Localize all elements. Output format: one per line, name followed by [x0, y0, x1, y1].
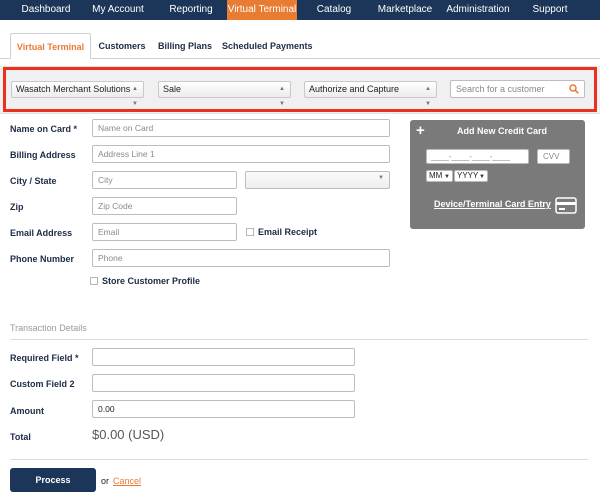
search-icon[interactable] — [569, 84, 579, 94]
billing-address-label: Billing Address — [10, 150, 76, 160]
tab-customers[interactable]: Customers — [97, 33, 147, 59]
name-on-card-label: Name on Card * — [10, 124, 78, 134]
email-input[interactable]: Email — [92, 223, 237, 241]
expiry-month-value: MM — [429, 171, 443, 180]
nav-catalog[interactable]: Catalog — [308, 0, 360, 20]
zip-label: Zip — [10, 202, 24, 212]
expiry-month-select[interactable]: MM ▼ — [426, 170, 453, 182]
phone-input[interactable]: Phone — [92, 249, 390, 267]
email-placeholder: Email — [98, 227, 120, 237]
expiry-year-select[interactable]: YYYY ▼ — [454, 170, 488, 182]
total-value: $0.00 (USD) — [92, 427, 165, 442]
transaction-type-select[interactable]: Sale ▲ ▼ — [158, 81, 291, 107]
email-label: Email Address — [10, 228, 73, 238]
tab-scheduled-payments[interactable]: Scheduled Payments — [222, 33, 313, 59]
search-placeholder: Search for a customer — [456, 84, 545, 94]
transaction-details-heading: Transaction Details — [10, 323, 87, 333]
tab-virtual-terminal[interactable]: Virtual Terminal — [10, 33, 91, 59]
total-label: Total — [10, 432, 31, 442]
chevron-up-down-icon: ▲ ▼ — [279, 86, 285, 107]
required-field-label: Required Field * — [10, 353, 79, 363]
nav-administration[interactable]: Administration — [442, 0, 514, 20]
custom-field-2-label: Custom Field 2 — [10, 379, 75, 389]
billing-address-input[interactable]: Address Line 1 — [92, 145, 390, 163]
store-customer-profile-label: Store Customer Profile — [102, 276, 201, 286]
custom-field-2-input[interactable] — [92, 374, 355, 392]
chevron-down-icon: ▼ — [378, 175, 384, 181]
nav-reporting[interactable]: Reporting — [162, 0, 220, 20]
card-number-input[interactable]: ____-____-____-____ — [426, 149, 529, 164]
chevron-down-icon: ▼ — [444, 174, 450, 180]
city-placeholder: City — [98, 175, 113, 185]
nav-virtual-terminal[interactable]: Virtual Terminal — [227, 0, 297, 20]
required-field-input[interactable] — [92, 348, 355, 366]
credit-card-icon — [555, 197, 577, 214]
or-text: or — [101, 476, 110, 486]
actions-divider — [10, 459, 588, 460]
amount-value: 0.00 — [98, 404, 115, 414]
expiry-year-value: YYYY — [457, 171, 479, 180]
tab-billing-plans[interactable]: Billing Plans — [158, 33, 212, 59]
device-terminal-entry-link[interactable]: Device/Terminal Card Entry — [434, 199, 551, 209]
top-navigation: Dashboard My Account Reporting Virtual T… — [0, 0, 600, 20]
city-input[interactable]: City — [92, 171, 237, 189]
merchant-select[interactable]: Wasatch Merchant Solutions ▲ ▼ — [11, 81, 144, 107]
name-on-card-input[interactable]: Name on Card — [92, 119, 390, 137]
email-receipt-checkbox[interactable] — [246, 228, 254, 236]
billing-address-placeholder: Address Line 1 — [98, 149, 155, 159]
state-select[interactable]: ▼ — [245, 171, 390, 189]
process-mode-select[interactable]: Authorize and Capture ▲ ▼ — [304, 81, 437, 107]
cvv-placeholder: CVV — [543, 152, 560, 161]
phone-label: Phone Number — [10, 254, 75, 264]
phone-placeholder: Phone — [98, 253, 123, 263]
nav-my-account[interactable]: My Account — [86, 0, 150, 20]
amount-label: Amount — [10, 406, 44, 416]
merchant-select-value: Wasatch Merchant Solutions — [16, 84, 131, 94]
card-number-placeholder: ____-____-____-____ — [431, 152, 511, 161]
zip-input[interactable]: Zip Code — [92, 197, 237, 215]
cvv-input[interactable]: CVV — [537, 149, 570, 164]
amount-input[interactable]: 0.00 — [92, 400, 355, 418]
chevron-up-down-icon: ▲ ▼ — [132, 86, 138, 107]
credit-card-panel: + Add New Credit Card ____-____-____-___… — [410, 120, 585, 229]
customer-search-input[interactable]: Search for a customer — [450, 80, 585, 98]
chevron-down-icon: ▼ — [479, 174, 485, 180]
nav-dashboard[interactable]: Dashboard — [14, 0, 78, 20]
email-receipt-label: Email Receipt — [258, 227, 318, 237]
store-customer-profile-checkbox[interactable] — [90, 277, 98, 285]
card-panel-title: Add New Credit Card — [457, 126, 548, 136]
chevron-up-down-icon: ▲ ▼ — [425, 86, 431, 107]
tab-bar: Virtual Terminal Customers Billing Plans… — [0, 20, 600, 60]
city-state-label: City / State — [10, 176, 57, 186]
section-divider — [10, 339, 588, 340]
process-transaction-button[interactable]: Process Transaction — [10, 468, 96, 492]
cancel-link[interactable]: Cancel — [113, 476, 141, 486]
name-on-card-placeholder: Name on Card — [98, 123, 154, 133]
plus-icon[interactable]: + — [416, 122, 425, 139]
zip-placeholder: Zip Code — [98, 201, 133, 211]
nav-marketplace[interactable]: Marketplace — [374, 0, 436, 20]
process-mode-value: Authorize and Capture — [309, 84, 400, 94]
nav-support[interactable]: Support — [526, 0, 574, 20]
transaction-type-value: Sale — [163, 84, 182, 94]
